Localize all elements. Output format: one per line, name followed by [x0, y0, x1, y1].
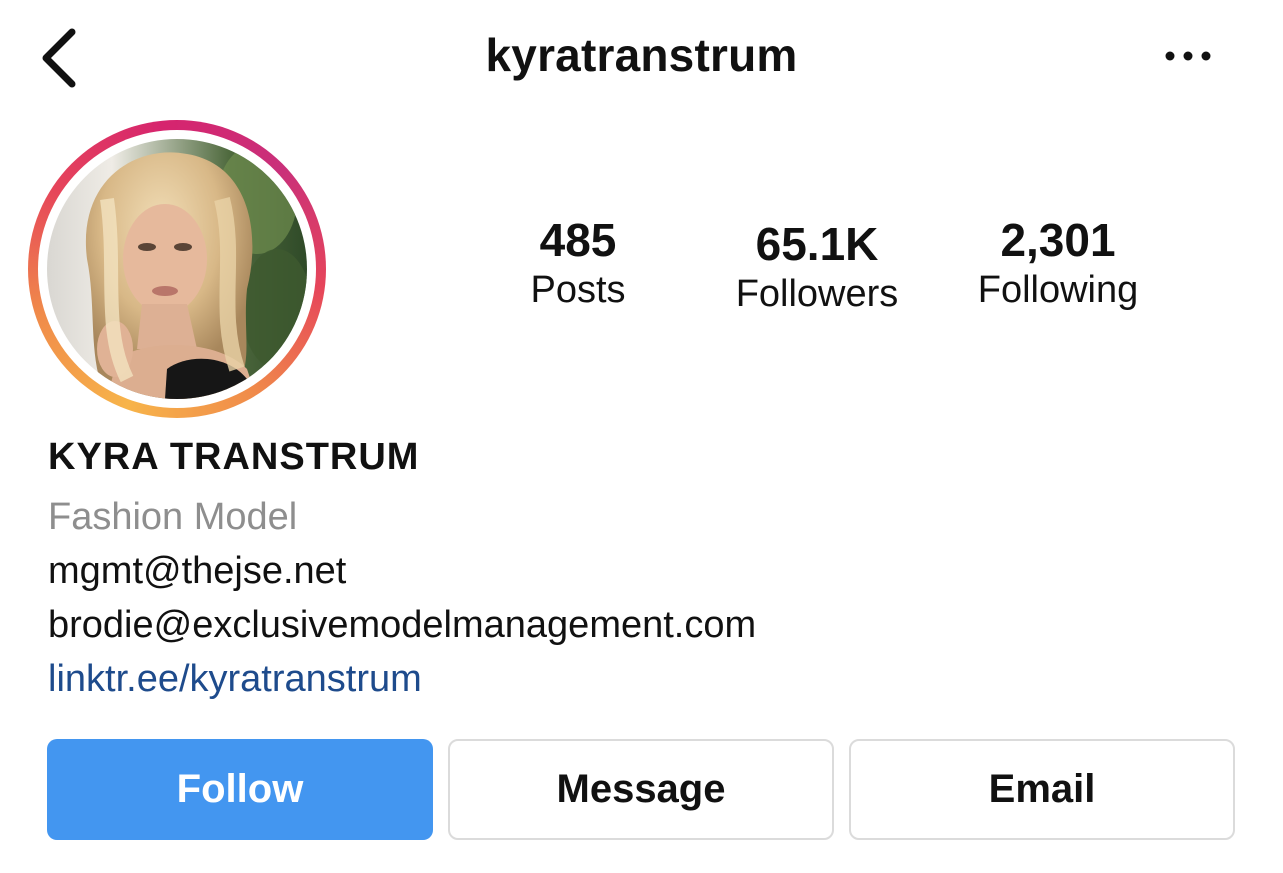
profile-category: Fashion Model: [48, 496, 298, 538]
followers-label: Followers: [735, 273, 899, 315]
followers-count: 65.1K: [755, 218, 879, 270]
more-horizontal-icon: [1165, 51, 1211, 61]
story-ring[interactable]: [28, 120, 326, 418]
profile-display-name: KYRA TRANSTRUM: [48, 436, 420, 478]
posts-label: Posts: [530, 269, 626, 311]
posts-count: 485: [539, 214, 617, 266]
bio-link[interactable]: linktr.ee/kyratranstrum: [48, 656, 422, 702]
followers-stat[interactable]: 65.1K Followers: [712, 218, 922, 318]
bio-email-1: mgmt@thejse.net: [48, 550, 347, 592]
message-button[interactable]: Message: [448, 739, 834, 840]
profile-username-title: kyratranstrum: [485, 29, 798, 81]
follow-button[interactable]: Follow: [47, 739, 433, 840]
posts-stat[interactable]: 485 Posts: [508, 214, 648, 314]
email-button[interactable]: Email: [849, 739, 1235, 840]
following-count: 2,301: [1000, 214, 1116, 266]
following-stat[interactable]: 2,301 Following: [952, 214, 1164, 314]
more-options-button[interactable]: [1160, 40, 1216, 72]
following-label: Following: [977, 269, 1139, 311]
chevron-left-icon: [42, 28, 76, 88]
bio-email-2: brodie@exclusivemodelmanagement.com: [48, 604, 757, 646]
back-button[interactable]: [36, 26, 84, 90]
